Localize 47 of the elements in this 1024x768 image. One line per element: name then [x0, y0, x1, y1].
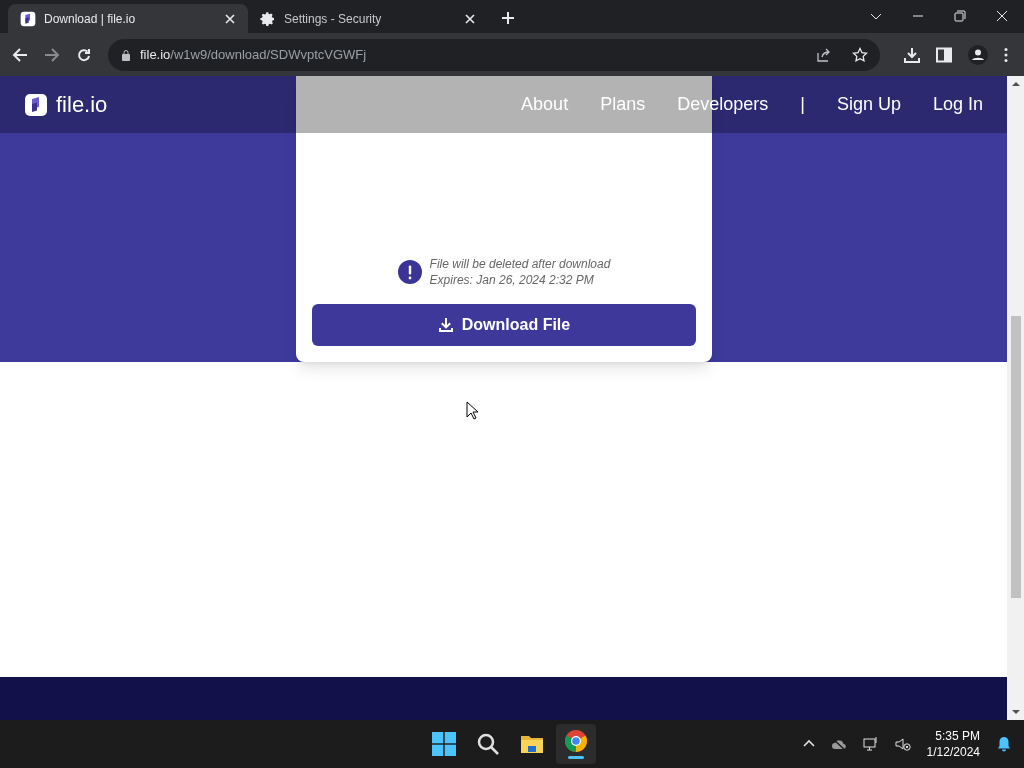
scroll-thumb[interactable] [1010, 316, 1021, 598]
restore-icon[interactable] [954, 10, 966, 22]
tab-title: Settings - Security [284, 10, 383, 28]
gear-icon [260, 10, 276, 27]
forward-icon[interactable] [44, 46, 60, 63]
clock-date[interactable]: 1/12/2024 [926, 744, 980, 760]
browser-tab[interactable]: Settings - Security [248, 4, 488, 33]
download-icon [437, 317, 454, 333]
speaker-muted-icon[interactable] [894, 736, 911, 752]
download-button[interactable]: Download File [312, 304, 696, 346]
close-icon[interactable] [464, 12, 476, 25]
expiry-text: Expires: Jan 26, 2024 2:32 PM [429, 272, 595, 288]
new-tab-icon[interactable] [500, 10, 516, 26]
logo-icon [24, 92, 48, 117]
bell-icon[interactable] [996, 736, 1012, 752]
scroll-up-icon[interactable] [1011, 80, 1020, 88]
lock-icon [120, 48, 132, 61]
scroll-down-icon[interactable] [1011, 708, 1020, 716]
clock-time[interactable]: 5:35 PM [935, 728, 980, 744]
info-icon [397, 260, 422, 284]
address-bar[interactable]: file.io/w1w9/download/SDWvptcVGWFj [108, 38, 880, 71]
close-icon[interactable] [224, 12, 236, 25]
reload-icon[interactable] [76, 46, 92, 63]
nav-link[interactable]: Log In [932, 91, 983, 118]
share-icon[interactable] [816, 46, 832, 63]
menu-icon[interactable] [1004, 46, 1008, 63]
profile-icon[interactable] [968, 44, 988, 65]
tab-title: Download | file.io [44, 10, 137, 28]
separator-text: | [800, 93, 805, 116]
close-icon[interactable] [996, 10, 1008, 22]
notice-text: File will be deleted after download [429, 256, 611, 272]
search-icon[interactable] [476, 732, 500, 756]
url-text: file.io/w1w9/download/SDWvptcVGWFj [140, 45, 368, 64]
logo-icon [20, 10, 36, 27]
windows-start-icon[interactable] [432, 732, 456, 756]
browser-tab[interactable]: Download | file.io [8, 4, 248, 33]
taskbar-app[interactable] [556, 724, 596, 764]
mouse-cursor-icon [466, 401, 479, 420]
logo-text[interactable]: file.io [56, 88, 108, 121]
browser-icon [564, 729, 588, 753]
scrollbar[interactable] [1007, 76, 1024, 720]
star-icon[interactable] [852, 46, 868, 63]
network-icon[interactable] [862, 736, 879, 752]
nav-link[interactable]: Sign Up [836, 91, 901, 118]
side-panel-icon[interactable] [936, 46, 952, 63]
download-icon[interactable] [904, 46, 920, 63]
back-icon[interactable] [12, 46, 28, 63]
